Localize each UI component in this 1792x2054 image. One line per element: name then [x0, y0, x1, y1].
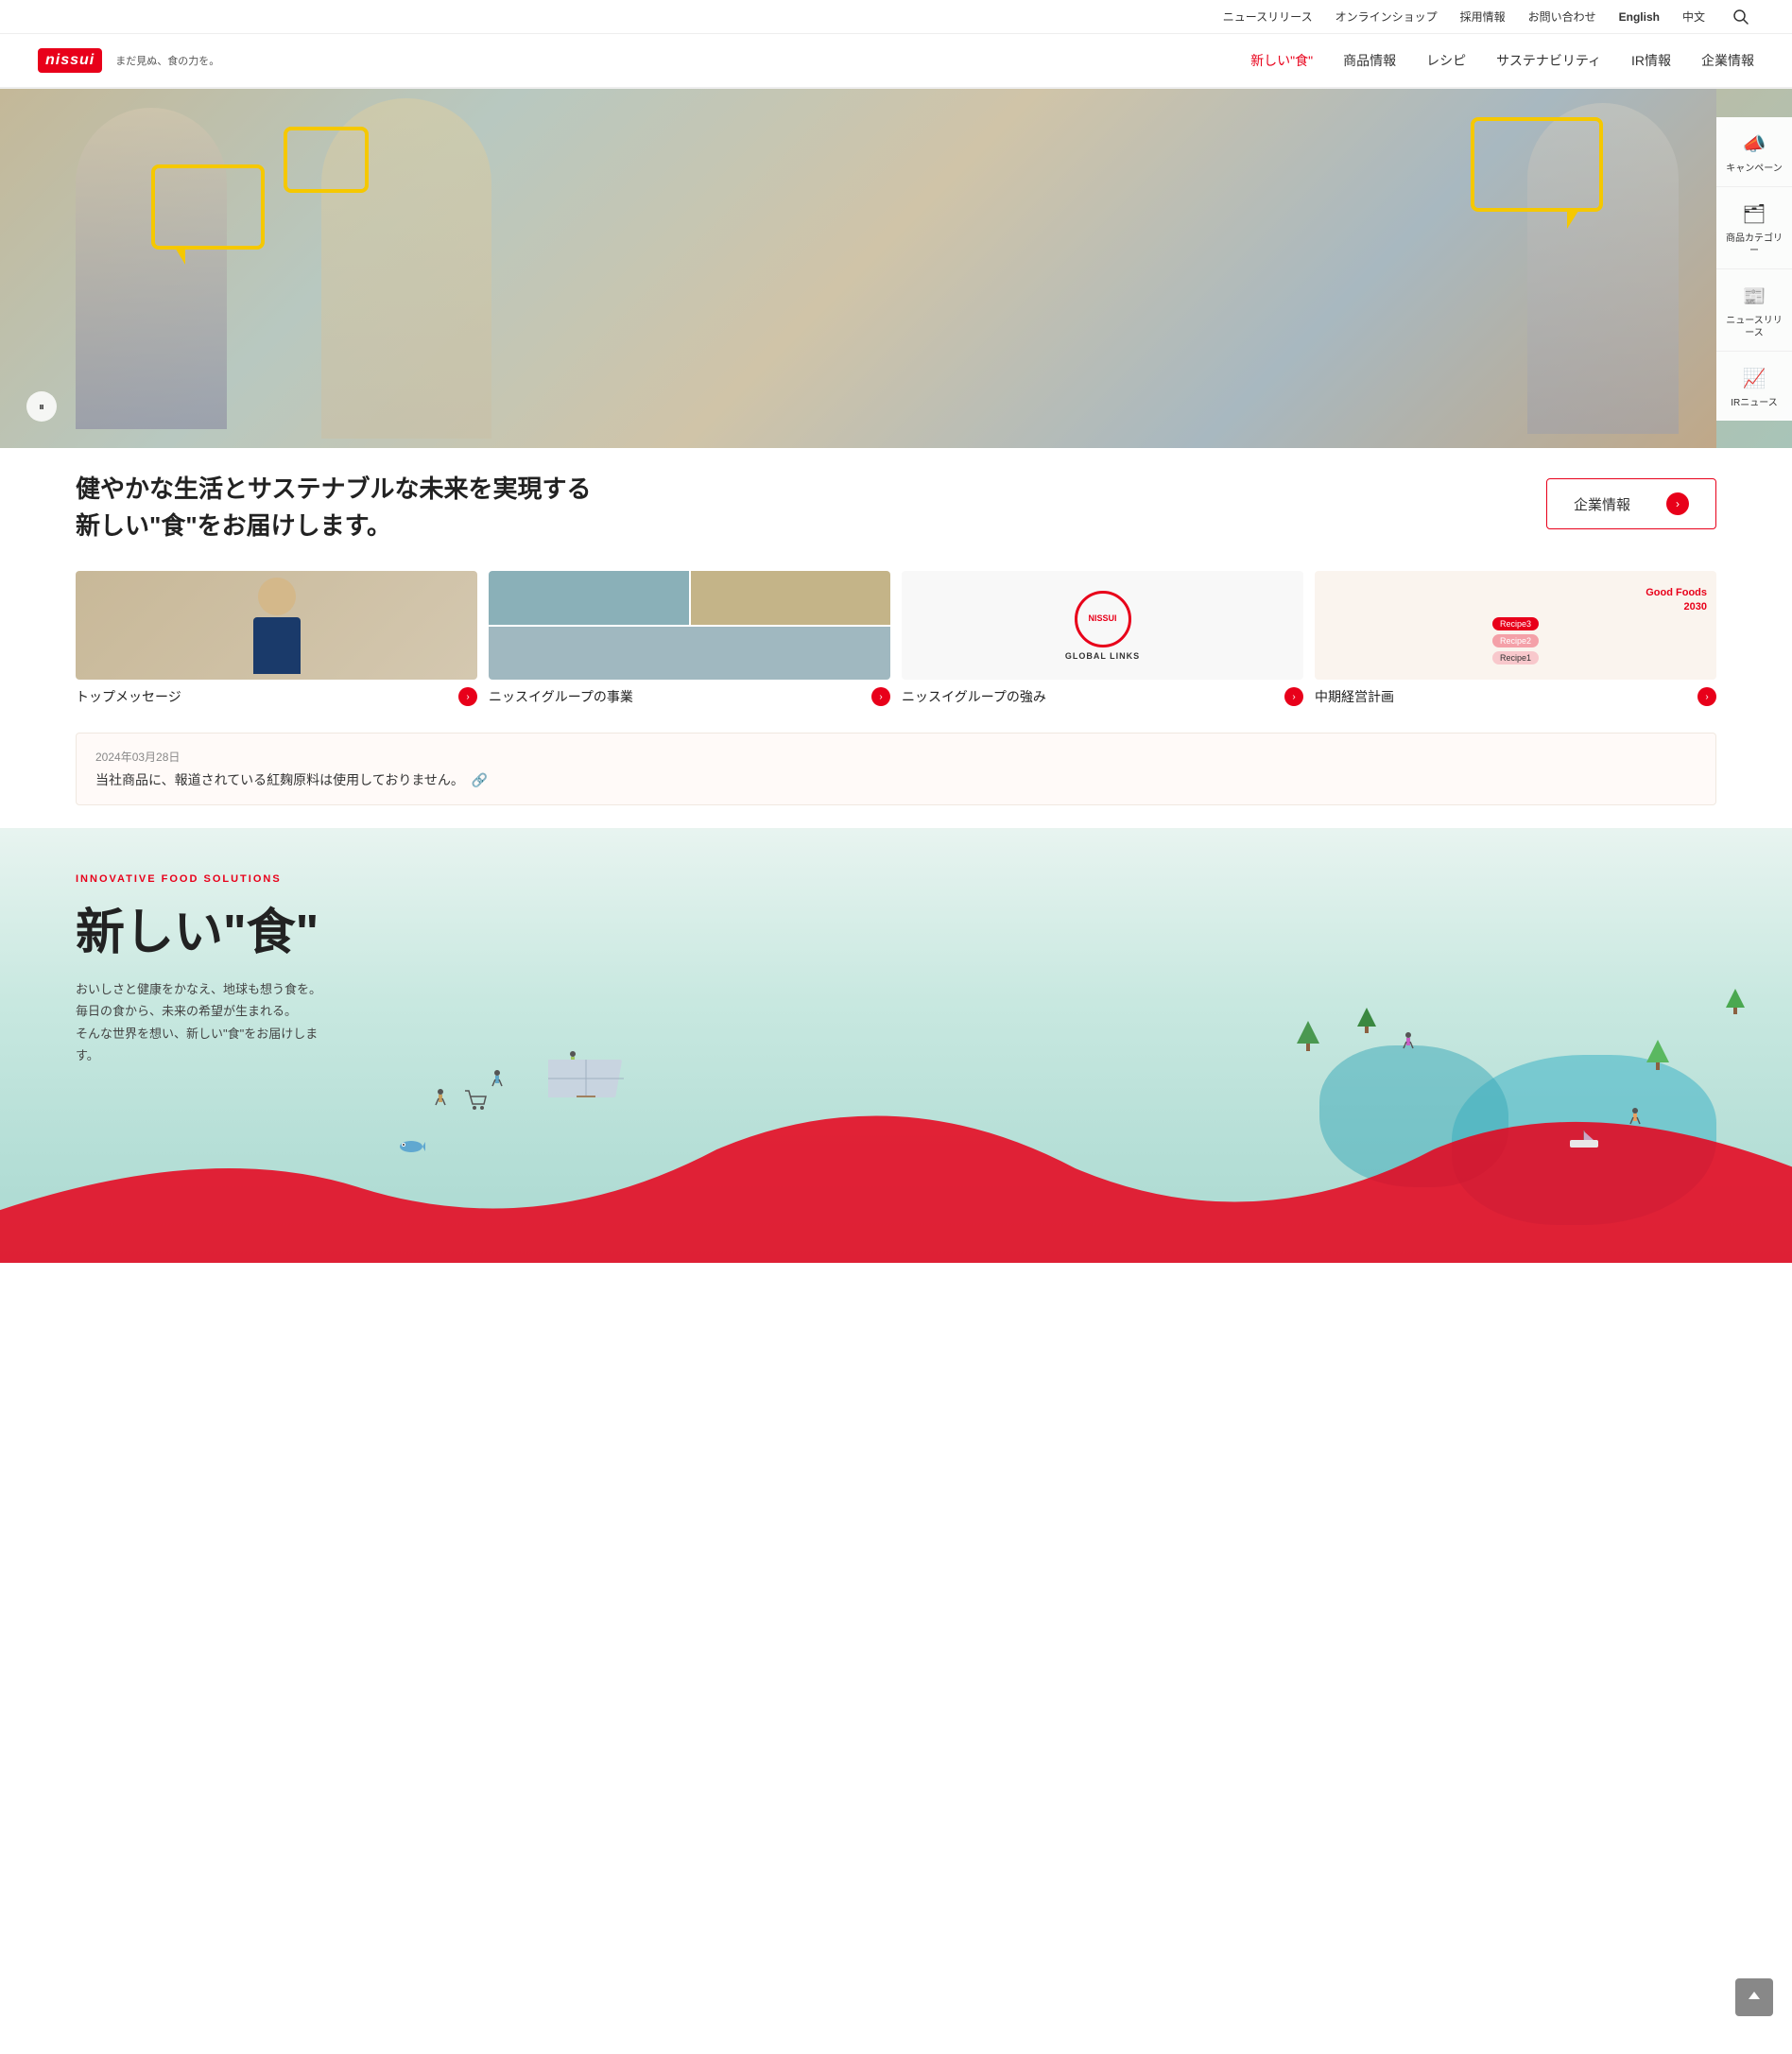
card-group-business-image — [489, 571, 890, 680]
hero-cta-button[interactable]: 企業情報 › — [1546, 478, 1716, 529]
global-circle-icon: NISSUI — [1075, 591, 1131, 647]
scroll-up-button[interactable] — [1735, 1978, 1773, 2016]
news-banner: 2024年03月28日 当社商品に、報道されている紅麹原料は使用しておりません。… — [76, 733, 1716, 805]
hero-cta-arrow-icon: › — [1666, 492, 1689, 515]
tree-4 — [1726, 989, 1745, 1017]
midterm-bubble-1: Recipe1 — [1492, 651, 1539, 665]
nav-item-company[interactable]: 企業情報 — [1701, 51, 1754, 70]
person-figure-4 — [1629, 1107, 1641, 1131]
card-group-business[interactable]: ニッスイグループの事業 › — [489, 571, 890, 706]
product-category-icon: 🗂 — [1739, 198, 1769, 229]
hero-wrapper: ⏸ 📣 キャンペーン 🗂 商品カテゴリー 📰 ニュースリリース 📈 IRニュース — [0, 89, 1792, 544]
sidebar-campaign-label: キャンペーン — [1726, 163, 1783, 175]
midterm-bubble-2: Recipe2 — [1492, 634, 1539, 647]
sidebar-product-label: 商品カテゴリー — [1724, 233, 1784, 257]
main-nav: nissui まだ見ぬ、食の力を。 新しい"食" 商品情報 レシピ サステナビリ… — [0, 34, 1792, 89]
tree-3 — [1646, 1040, 1669, 1074]
card-top-message[interactable]: トップメッセージ › — [76, 571, 477, 706]
search-icon[interactable] — [1728, 4, 1754, 30]
card-group-business-label: ニッスイグループの事業 › — [489, 687, 890, 706]
sidebar-item-product-category[interactable]: 🗂 商品カテゴリー — [1716, 187, 1792, 269]
tree-2 — [1357, 1008, 1376, 1036]
person-figure-2 — [491, 1069, 503, 1093]
card-midterm-plan-image: Good Foods 2030 Recipe3 Recipe2 Recipe1 — [1315, 571, 1716, 680]
card-group-business-arrow-icon: › — [871, 687, 890, 706]
shopping-cart-icon — [463, 1089, 490, 1116]
card-top-message-label: トップメッセージ › — [76, 687, 477, 706]
pause-button[interactable]: ⏸ — [26, 391, 57, 422]
red-zigzag-river — [0, 1074, 1792, 1263]
tree-1 — [1297, 1021, 1319, 1055]
news-date: 2024年03月28日 — [95, 749, 1697, 765]
online-shop-link[interactable]: オンラインショップ — [1335, 9, 1438, 25]
news-link-icon[interactable]: 🔗 — [472, 772, 488, 788]
right-sidebar: 📣 キャンペーン 🗂 商品カテゴリー 📰 ニュースリリース 📈 IRニュース — [1716, 117, 1792, 421]
logo-tagline: まだ見ぬ、食の力を。 — [115, 53, 219, 68]
campaign-icon: 📣 — [1739, 129, 1769, 159]
person1-silhouette — [76, 108, 227, 429]
illustration-scene — [0, 828, 1792, 1263]
midterm-title: Good Foods 2030 — [1646, 586, 1707, 613]
ir-news-icon: 📈 — [1739, 363, 1769, 393]
card-top-message-arrow-icon: › — [458, 687, 477, 706]
lang-chinese-link[interactable]: 中文 — [1682, 9, 1705, 25]
nav-item-products[interactable]: 商品情報 — [1343, 51, 1396, 70]
card-midterm-plan[interactable]: Good Foods 2030 Recipe3 Recipe2 Recipe1 … — [1315, 571, 1716, 706]
solar-panel — [548, 1050, 624, 1102]
global-links-label: GLOBAL LINKS — [1065, 651, 1140, 661]
midterm-bubble-3: Recipe3 — [1492, 617, 1539, 630]
industrial-grid — [489, 571, 890, 680]
logo-area[interactable]: nissui まだ見ぬ、食の力を。 — [38, 48, 219, 73]
card-top-message-image — [76, 571, 477, 680]
card-midterm-plan-label: 中期経営計画 › — [1315, 687, 1716, 706]
hero-image: ⏸ 📣 キャンペーン 🗂 商品カテゴリー 📰 ニュースリリース 📈 IRニュース — [0, 89, 1792, 448]
recruit-link[interactable]: 採用情報 — [1460, 9, 1506, 25]
sidebar-item-news-release[interactable]: 📰 ニュースリリース — [1716, 269, 1792, 352]
top-bar: ニュースリリース オンラインショップ 採用情報 お問い合わせ English 中… — [0, 0, 1792, 34]
news-release-link[interactable]: ニュースリリース — [1223, 9, 1313, 25]
contact-link[interactable]: お問い合わせ — [1528, 9, 1596, 25]
card-group-strengths-label: ニッスイグループの強み › — [902, 687, 1303, 706]
innovative-section: INNOVATIVE FOOD SOLUTIONS 新しい"食" おいしさと健康… — [0, 828, 1792, 1263]
logo-nissui: nissui — [45, 52, 95, 69]
card-midterm-plan-arrow-icon: › — [1697, 687, 1716, 706]
sidebar-ir-label: IRニュース — [1731, 397, 1778, 409]
speech-bubble-2 — [284, 127, 369, 193]
sidebar-item-campaign[interactable]: 📣 キャンペーン — [1716, 117, 1792, 187]
card-group-strengths-arrow-icon: › — [1284, 687, 1303, 706]
nav-items: 新しい"食" 商品情報 レシピ サステナビリティ IR情報 企業情報 — [1250, 51, 1754, 70]
person-figure-1 — [435, 1088, 446, 1112]
boat-icon — [1565, 1131, 1603, 1149]
person-figure-5 — [1403, 1031, 1414, 1055]
card-group-strengths[interactable]: NISSUI GLOBAL LINKS ニッスイグループの強み › — [902, 571, 1303, 706]
logo-box: nissui — [38, 48, 102, 73]
news-release-icon: 📰 — [1739, 281, 1769, 311]
news-text: 当社商品に、報道されている紅麹原料は使用しておりません。 🔗 — [95, 770, 1697, 789]
nav-item-ir[interactable]: IR情報 — [1631, 51, 1671, 70]
hero-text: 健やかな生活とサステナブルな未来を実現する 新しい"食"をお届けします。 — [76, 471, 591, 544]
nav-item-food[interactable]: 新しい"食" — [1250, 51, 1313, 70]
speech-bubble-3 — [1471, 117, 1603, 212]
midterm-bubbles: Recipe3 Recipe2 Recipe1 — [1492, 617, 1539, 665]
sidebar-news-label: ニュースリリース — [1724, 315, 1784, 339]
nav-item-recipe[interactable]: レシピ — [1426, 51, 1466, 70]
fish-icon — [397, 1139, 425, 1159]
nav-item-sustainability[interactable]: サステナビリティ — [1496, 51, 1601, 70]
hero-photo-bg — [0, 89, 1716, 448]
speech-bubble-1 — [151, 164, 265, 250]
card-grid: トップメッセージ › ニッスイグループの事業 › NISSUI GLOBAL L… — [0, 544, 1792, 733]
hero-cta-label: 企業情報 — [1574, 494, 1630, 514]
hero-caption: 健やかな生活とサステナブルな未来を実現する 新しい"食"をお届けします。 企業情… — [0, 448, 1792, 544]
hero-heading: 健やかな生活とサステナブルな未来を実現する 新しい"食"をお届けします。 — [76, 471, 591, 544]
lang-english-link[interactable]: English — [1619, 10, 1660, 24]
card-group-strengths-image: NISSUI GLOBAL LINKS — [902, 571, 1303, 680]
sidebar-item-ir-news[interactable]: 📈 IRニュース — [1716, 352, 1792, 421]
